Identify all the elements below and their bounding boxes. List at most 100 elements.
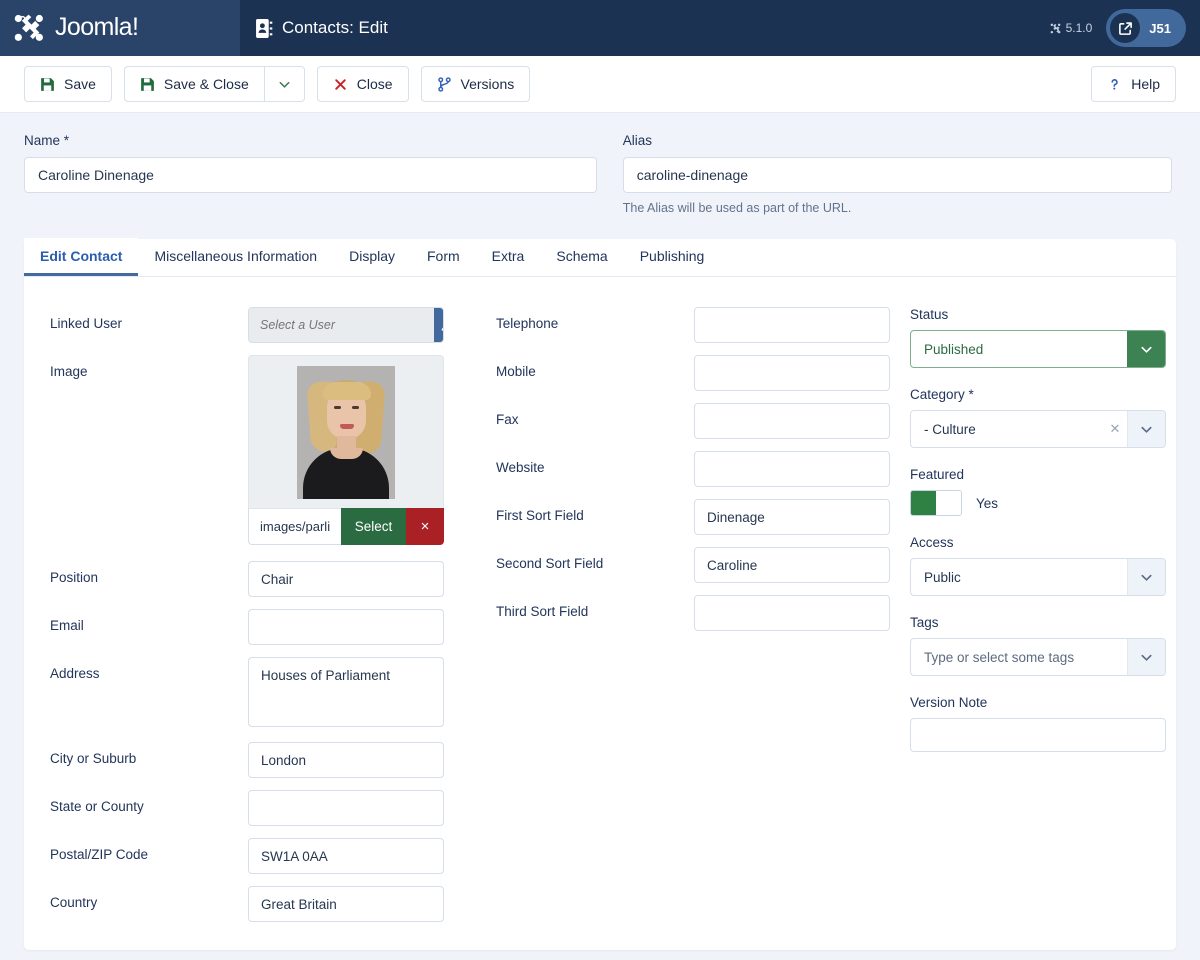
city-label: City or Suburb [50,742,248,767]
featured-toggle-on [911,491,936,515]
times-icon [333,77,348,92]
tags-select[interactable]: Type or select some tags [910,638,1166,676]
featured-toggle[interactable] [910,490,962,516]
first-sort-field-row: First Sort Field [496,499,892,535]
chevron-down-icon [1127,331,1165,367]
save-options-dropdown-toggle[interactable] [264,66,305,102]
featured-group: Featured Yes [910,467,1150,516]
fax-row: Fax [496,403,892,439]
position-input[interactable] [248,561,444,597]
external-link-icon [1110,13,1140,43]
third-sort-field-row: Third Sort Field [496,595,892,631]
telephone-row: Telephone [496,307,892,343]
image-path-bar: Select × [248,508,444,545]
telephone-label: Telephone [496,307,694,332]
mobile-input[interactable] [694,355,890,391]
second-sort-field-input[interactable] [694,547,890,583]
close-button-label: Close [357,76,393,92]
joomla-logo-icon [12,13,46,43]
website-label: Website [496,451,694,476]
save-button[interactable]: Save [24,66,112,102]
featured-toggle-row: Yes [910,490,1150,516]
tab-edit-contact[interactable]: Edit Contact [24,238,138,276]
position-label: Position [50,561,248,586]
version-note-group: Version Note [910,695,1150,752]
user-menu-button[interactable]: J51 [1106,9,1186,47]
city-input[interactable] [248,742,444,778]
address-book-icon [256,19,273,38]
top-header-bar: Joomla! Contacts: Edit 5.1.0 [0,0,1200,56]
chevron-down-icon [1127,411,1165,447]
chevron-down-icon [1127,639,1165,675]
address-row: Address [50,657,470,730]
access-group: Access Public [910,535,1150,596]
version-note-input[interactable] [910,718,1166,752]
help-button-label: Help [1131,76,1160,92]
tags-label: Tags [910,615,1150,630]
tab-publishing[interactable]: Publishing [624,238,721,276]
editor-toolbar: Save Save & Close Close [0,56,1200,113]
versions-button[interactable]: Versions [421,66,531,102]
save-button-label: Save [64,76,96,92]
versions-button-label: Versions [461,76,515,92]
tab-schema[interactable]: Schema [540,238,623,276]
postal-input[interactable] [248,838,444,874]
linked-user-label: Linked User [50,307,248,332]
name-alias-row: Name * Alias The Alias will be used as p… [0,113,1200,215]
mobile-row: Mobile [496,355,892,391]
linked-user-row: Linked User [50,307,470,343]
image-clear-button[interactable]: × [406,508,444,545]
email-input[interactable] [248,609,444,645]
question-mark-icon [1107,77,1122,92]
address-textarea[interactable] [248,657,444,727]
category-group: Category * - Culture ✕ [910,387,1150,448]
category-value: - Culture [911,411,1103,447]
telephone-input[interactable] [694,307,890,343]
save-and-close-button[interactable]: Save & Close [124,66,264,102]
brand-home-link[interactable]: Joomla! [0,0,240,56]
joomla-version: 5.1.0 [1050,21,1093,35]
website-input[interactable] [694,451,890,487]
alias-input[interactable] [623,157,1172,193]
name-label: Name * [24,133,597,148]
third-sort-field-label: Third Sort Field [496,595,694,620]
category-select[interactable]: - Culture ✕ [910,410,1166,448]
status-select[interactable]: Published [910,330,1166,368]
tab-form[interactable]: Form [411,238,476,276]
mobile-label: Mobile [496,355,694,380]
second-sort-field-label: Second Sort Field [496,547,694,572]
alias-field-group: Alias The Alias will be used as part of … [623,133,1172,215]
status-value: Published [911,331,1127,367]
country-row: Country [50,886,470,922]
page-title: Contacts: Edit [282,18,388,38]
publishing-sidebar: Status Published Category * - Culture ✕ [892,307,1150,934]
select-user-button[interactable] [434,308,444,342]
tab-display[interactable]: Display [333,238,411,276]
tags-placeholder: Type or select some tags [911,639,1127,675]
website-row: Website [496,451,892,487]
third-sort-field-input[interactable] [694,595,890,631]
linked-user-input[interactable] [249,308,434,342]
access-select[interactable]: Public [910,558,1166,596]
first-sort-field-label: First Sort Field [496,499,694,524]
image-select-button[interactable]: Select [341,508,406,545]
first-sort-field-input[interactable] [694,499,890,535]
tags-group: Tags Type or select some tags [910,615,1150,676]
brand-name: Joomla! [55,13,138,42]
chevron-down-icon [277,77,292,92]
fax-label: Fax [496,403,694,428]
close-button[interactable]: Close [317,66,409,102]
name-input[interactable] [24,157,597,193]
help-button[interactable]: Help [1091,66,1176,102]
image-path-input[interactable] [248,508,341,545]
state-row: State or County [50,790,470,826]
category-clear-icon[interactable]: ✕ [1103,411,1127,447]
country-input[interactable] [248,886,444,922]
category-label: Category * [910,387,1150,402]
state-input[interactable] [248,790,444,826]
tab-extra[interactable]: Extra [476,238,541,276]
fax-input[interactable] [694,403,890,439]
postal-row: Postal/ZIP Code [50,838,470,874]
second-sort-field-row: Second Sort Field [496,547,892,583]
tab-miscellaneous-information[interactable]: Miscellaneous Information [138,238,333,276]
